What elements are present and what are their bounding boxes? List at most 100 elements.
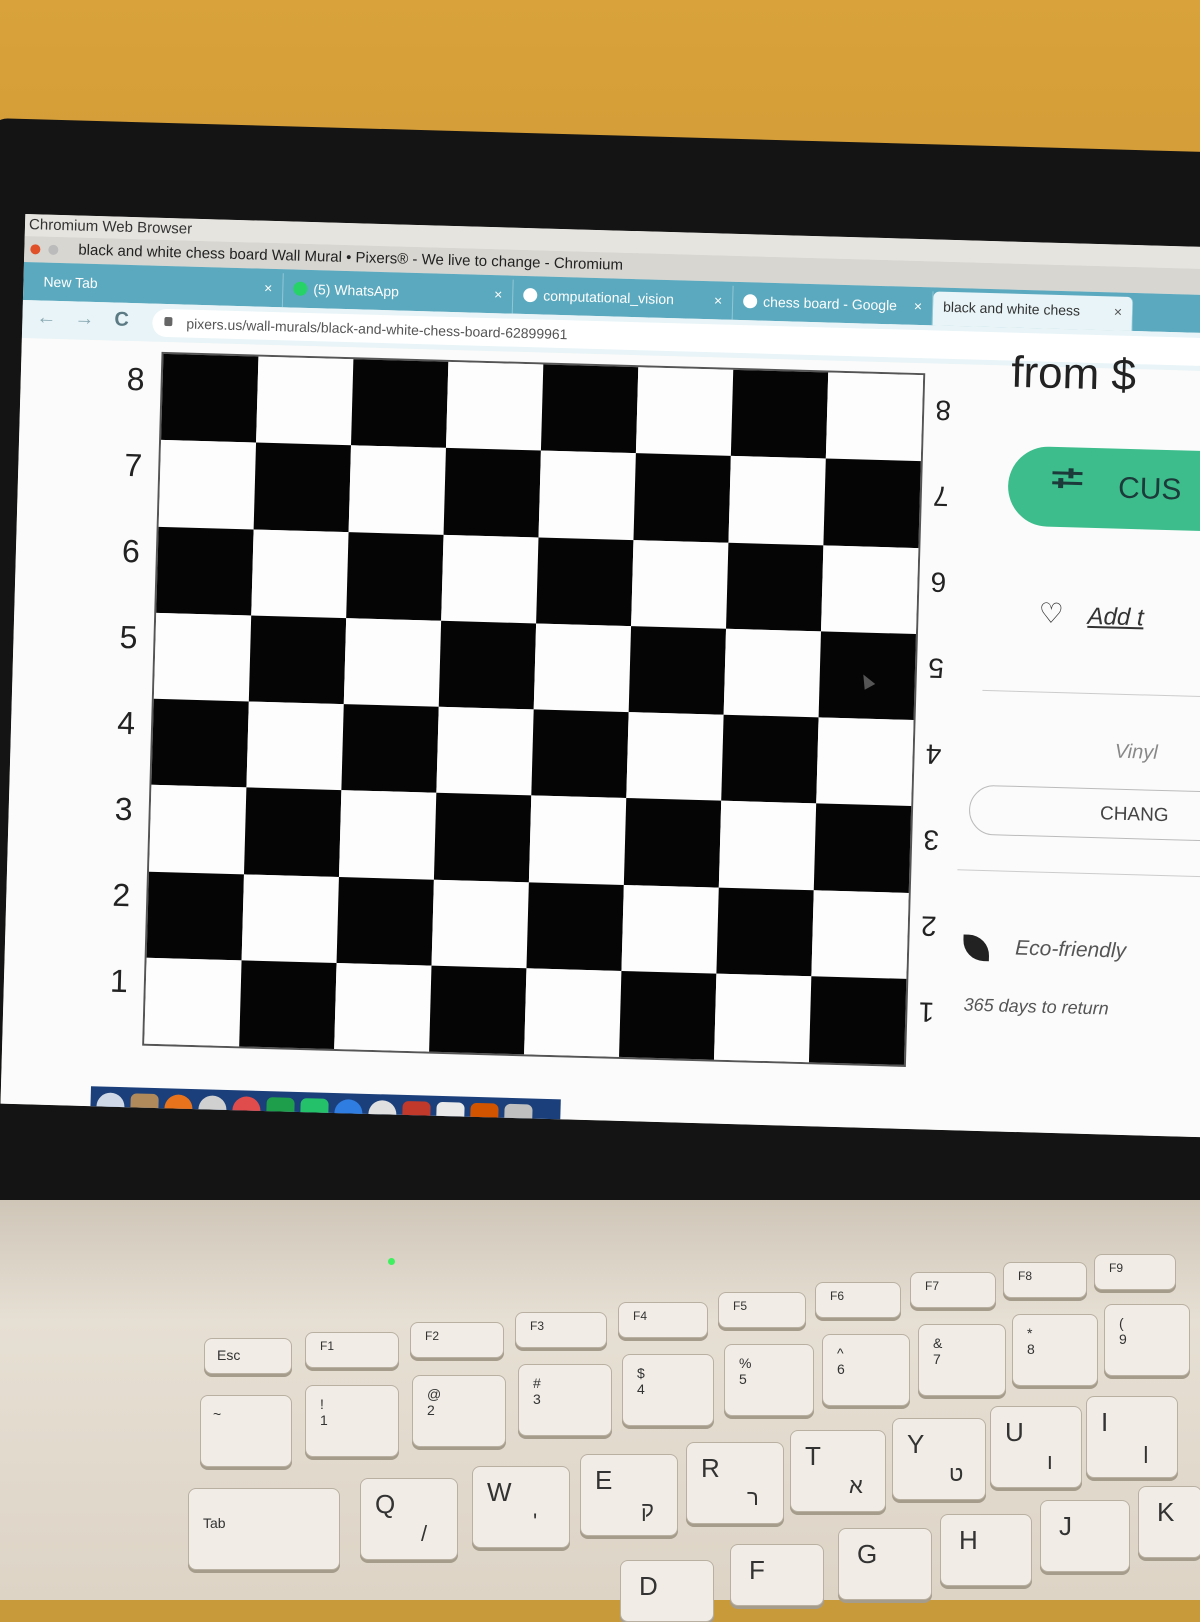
key-t[interactable]: Tא: [790, 1430, 886, 1512]
board-square: [524, 968, 622, 1057]
key-f5[interactable]: F5: [718, 1292, 806, 1328]
forward-arrow-icon[interactable]: →: [74, 307, 95, 331]
key-label: ! 1: [320, 1396, 328, 1428]
key-6[interactable]: ^ 6: [822, 1334, 910, 1406]
add-to-link[interactable]: Add t: [1087, 603, 1144, 632]
board-square: [336, 876, 434, 966]
rank-label-right: 2: [920, 910, 938, 942]
files-icon[interactable]: [130, 1093, 159, 1123]
key-j[interactable]: J: [1040, 1500, 1130, 1572]
board-square: [540, 364, 639, 454]
key-q[interactable]: Q /: [360, 1478, 458, 1560]
key-label: Tab: [203, 1515, 226, 1531]
close-tab-icon[interactable]: ×: [914, 291, 923, 321]
key-label: F8: [1018, 1269, 1033, 1283]
tab-google[interactable]: chess board - Google ×: [732, 285, 934, 326]
board-square: [441, 534, 539, 624]
key-tilde[interactable]: ~: [200, 1395, 292, 1467]
pycharm-icon[interactable]: [299, 1098, 329, 1127]
board-square: [816, 717, 914, 807]
board-square: [728, 456, 826, 545]
app-icon[interactable]: [367, 1099, 397, 1129]
settings-icon[interactable]: [198, 1095, 227, 1124]
close-window-icon[interactable]: [30, 244, 41, 255]
key-f6[interactable]: F6: [815, 1282, 901, 1318]
laptop-screen: Chromium Web Browser black and white che…: [0, 214, 1200, 1138]
key-label: F5: [733, 1299, 748, 1313]
key-label: F1: [320, 1339, 335, 1353]
key-f3[interactable]: F3: [515, 1312, 607, 1348]
key-u[interactable]: Uו: [990, 1406, 1082, 1488]
board-square: [721, 714, 819, 804]
back-arrow-icon[interactable]: ←: [36, 306, 57, 330]
chromium-icon[interactable]: [333, 1099, 363, 1128]
drive-icon[interactable]: [503, 1103, 533, 1133]
app-icon[interactable]: [435, 1101, 465, 1131]
reload-icon[interactable]: C: [114, 309, 129, 332]
close-tab-icon[interactable]: ×: [494, 279, 503, 309]
tab-pixers-active[interactable]: black and white chess ×: [932, 291, 1134, 331]
key-label: H: [959, 1525, 978, 1555]
tab-label: computational_vision: [543, 287, 675, 308]
app-icon[interactable]: [469, 1102, 499, 1132]
key-7[interactable]: & 7: [918, 1324, 1006, 1396]
key-label: G: [857, 1539, 878, 1569]
key-f8[interactable]: F8: [1003, 1262, 1087, 1298]
key-1[interactable]: ! 1: [305, 1385, 399, 1457]
board-square: [158, 440, 257, 530]
key-h[interactable]: H: [940, 1514, 1032, 1586]
minimize-window-icon[interactable]: [48, 244, 59, 255]
key-f9[interactable]: F9: [1094, 1254, 1176, 1290]
key-f1[interactable]: F1: [305, 1332, 399, 1368]
customize-button[interactable]: CUS: [1007, 445, 1200, 533]
key-label: J: [1059, 1511, 1072, 1541]
close-tab-icon[interactable]: ×: [1113, 296, 1123, 326]
key-esc[interactable]: Esc: [204, 1338, 292, 1374]
key-f4[interactable]: F4: [618, 1302, 708, 1338]
board-square: [438, 620, 537, 710]
app-icon[interactable]: [232, 1096, 261, 1125]
google-icon: [742, 294, 758, 309]
key-f2[interactable]: F2: [410, 1322, 504, 1358]
board-square: [633, 453, 731, 543]
key-tab[interactable]: Tab: [188, 1488, 340, 1570]
key-w[interactable]: W ': [472, 1466, 570, 1548]
close-tab-icon[interactable]: ×: [714, 285, 723, 315]
close-tab-icon[interactable]: ×: [264, 273, 273, 303]
key-label: Q: [375, 1489, 396, 1519]
key-f[interactable]: F: [730, 1544, 824, 1606]
board-square: [436, 706, 534, 796]
key-2[interactable]: @ 2: [412, 1375, 506, 1447]
firefox-icon[interactable]: [164, 1094, 193, 1124]
key-e[interactable]: Eק: [580, 1454, 678, 1536]
key-d[interactable]: D: [620, 1560, 714, 1622]
key-label: Esc: [217, 1347, 241, 1363]
key-label: ^ 6: [837, 1345, 845, 1377]
clion-icon[interactable]: [265, 1097, 295, 1126]
change-material-button[interactable]: CHANG: [968, 784, 1200, 842]
key-label: ( 9: [1119, 1315, 1127, 1347]
key-g[interactable]: G: [838, 1528, 932, 1600]
key-k[interactable]: K: [1138, 1486, 1200, 1558]
key-label: ר: [747, 1485, 759, 1510]
key-3[interactable]: # 3: [518, 1364, 612, 1436]
key-f7[interactable]: F7: [910, 1272, 996, 1308]
dock-app-icon[interactable]: [96, 1092, 125, 1122]
board-square: [151, 698, 249, 788]
key-y[interactable]: Yט: [892, 1418, 986, 1500]
key-8[interactable]: * 8: [1012, 1314, 1098, 1386]
tab-label: New Tab: [43, 273, 98, 292]
app-icon[interactable]: [401, 1100, 431, 1130]
key-label: /: [421, 1521, 428, 1546]
key-i[interactable]: Iן: [1086, 1396, 1178, 1478]
lock-icon: [164, 316, 173, 327]
key-4[interactable]: $ 4: [622, 1354, 714, 1426]
key-r[interactable]: Rר: [686, 1442, 784, 1524]
key-9[interactable]: ( 9: [1104, 1304, 1190, 1376]
board-square: [718, 800, 817, 890]
board-square: [146, 871, 244, 961]
add-to-favorites[interactable]: ♡ Add t: [1038, 596, 1144, 632]
rank-label-left: 4: [116, 704, 136, 742]
key-5[interactable]: % 5: [724, 1344, 814, 1416]
key-label: @ 2: [427, 1386, 442, 1418]
